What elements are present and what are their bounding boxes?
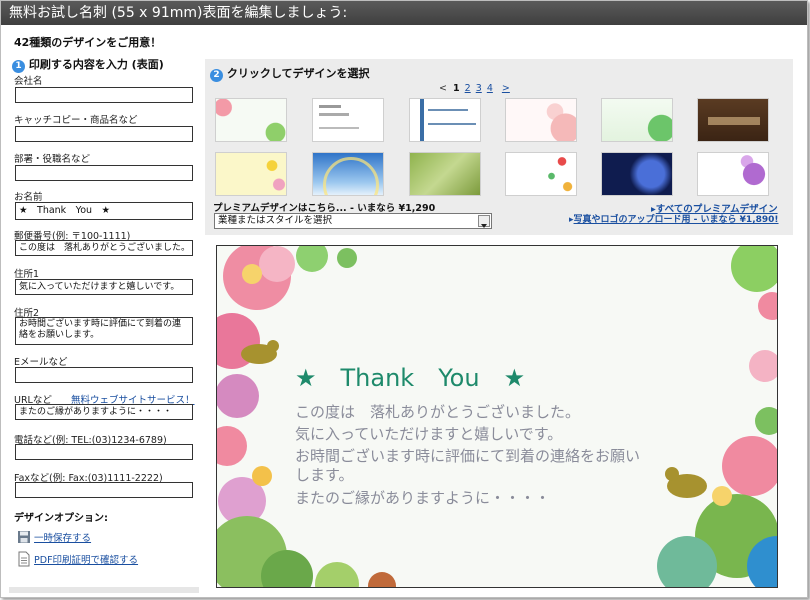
pdf-row[interactable]: PDF印刷証明で確認する [17,551,138,570]
chevron-down-icon[interactable] [478,215,490,228]
editor-window: 無料お試し名刺 (55 x 91mm)表面を編集しましょう: 42種類のデザイン… [0,0,808,598]
field-label-email: Eメールなど [14,357,68,368]
style-select[interactable]: 業種またはスタイルを選択 [214,213,492,229]
design-thumb-3[interactable] [409,98,481,142]
design-thumb-10[interactable] [505,152,577,196]
design-thumb-9[interactable] [409,152,481,196]
step1-number: 1 [12,60,25,73]
design-options-heading: デザインオプション: [14,513,108,524]
upload-link-row[interactable]: ▸写真やロゴのアップロード用 - いまなら ¥1,890! [569,212,779,225]
step2-number: 2 [210,69,223,82]
pager-page-3[interactable]: 3 [476,83,482,94]
design-thumb-11[interactable] [601,152,673,196]
save-link[interactable]: 一時保存する [34,533,91,544]
pager-next[interactable]: > [502,83,510,94]
headline: 42種類のデザインをご用意！ [14,36,162,49]
step2-heading: 2 クリックしてデザインを選択 [210,65,370,82]
floppy-icon [17,530,31,547]
card-preview: ★ Thank You ★ この度は 落札ありがとうございました。 気に入ってい… [216,245,778,588]
design-thumb-2[interactable] [312,98,384,142]
card-line-2: 気に入っていただけますと嬉しいです。 [295,425,563,443]
pager: < 1 2 3 4 > [439,83,510,94]
address2-input[interactable]: お時間ございます時に評価にて到着の連絡をお願いします。 [15,317,193,345]
card-title: ★ Thank You ★ [295,364,526,392]
pager-page-4[interactable]: 4 [487,83,493,94]
document-icon [17,551,31,570]
design-thumb-6[interactable] [697,98,769,142]
design-thumb-1[interactable] [215,98,287,142]
design-thumb-5[interactable] [601,98,673,142]
field-label-name: お名前 [14,192,43,203]
card-line-4: します。 [295,466,354,484]
url-input[interactable]: またのご縁がありますように・・・・ [15,404,193,420]
email-input[interactable] [15,367,193,383]
design-thumb-4[interactable] [505,98,577,142]
title-bar: 無料お試し名刺 (55 x 91mm)表面を編集しましょう: [1,1,807,25]
upload-link[interactable]: 写真やロゴのアップロード用 - いまなら ¥1,890! [574,215,779,225]
name-input[interactable]: ★ Thank You ★ [15,202,193,220]
phone-input[interactable] [15,444,193,460]
pager-page-2[interactable]: 2 [465,83,471,94]
card-line-1: この度は 落札ありがとうございました。 [295,403,581,421]
save-row[interactable]: 一時保存する [17,530,91,547]
card-line-3: お時間ございます時に評価にて到着の連絡をお願い [295,447,641,465]
step1-label: 印刷する内容を入力 (表面) [28,58,164,71]
pager-prev[interactable]: < [439,83,447,94]
field-label-company: 会社名 [14,76,43,87]
company-input[interactable] [15,87,193,103]
step1-heading: 1 印刷する内容を入力 (表面) [12,56,164,73]
catchcopy-input[interactable] [15,126,193,142]
left-bottom-divider [9,587,199,593]
design-thumb-8[interactable] [312,152,384,196]
design-thumb-12[interactable] [697,152,769,196]
premium-text: プレミアムデザインはこちら... - いまなら ¥1,290 [213,203,436,214]
pager-page-1[interactable]: 1 [453,83,460,94]
card-line-5: またのご縁がありますように・・・・ [295,489,551,507]
postal-input[interactable]: この度は 落札ありがとうございました。 [15,240,193,256]
field-label-catchcopy: キャッチコピー・商品名など [14,115,138,126]
pdf-proof-link[interactable]: PDF印刷証明で確認する [34,555,138,566]
department-input[interactable] [15,165,193,181]
design-thumb-7[interactable] [215,152,287,196]
address1-input[interactable]: 気に入っていただけますと嬉しいです。 [15,279,193,295]
field-label-department: 部署・役職名など [14,154,91,165]
style-select-value: 業種またはスタイルを選択 [218,215,333,226]
fax-input[interactable] [15,482,193,498]
step2-label: クリックしてデザインを選択 [226,67,370,80]
field-label-address1: 住所1 [14,269,40,280]
